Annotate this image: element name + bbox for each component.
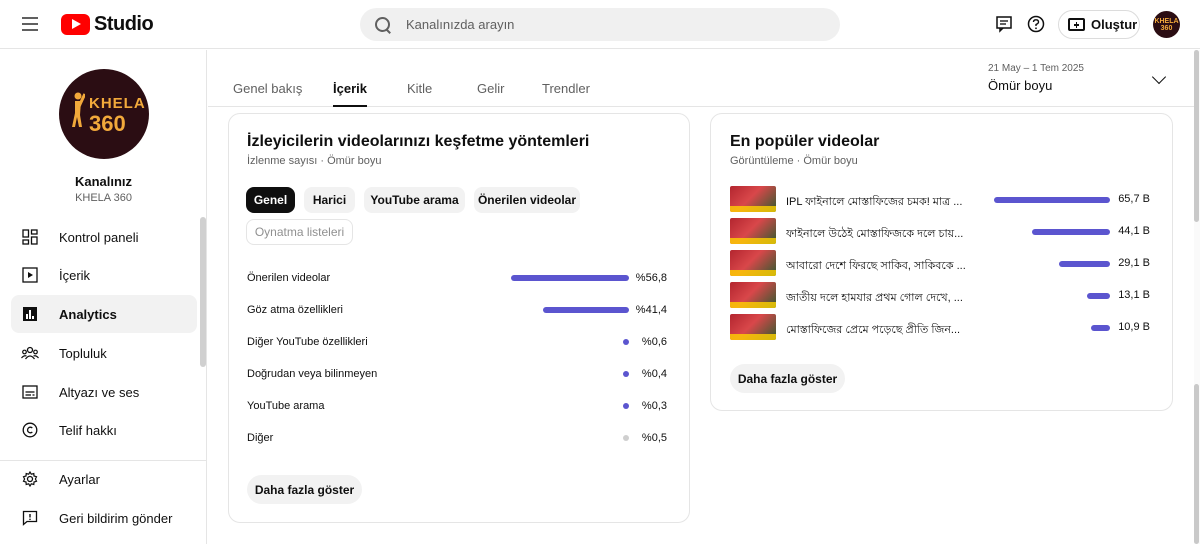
top-videos-title: En popüler videolar xyxy=(730,133,880,150)
tab-trends[interactable]: Trendler xyxy=(542,81,590,107)
studio-logo[interactable]: Studio xyxy=(61,12,154,36)
source-dot xyxy=(623,435,629,441)
views-bar xyxy=(1086,293,1110,299)
chip-youtube-search[interactable]: YouTube arama xyxy=(364,187,465,213)
create-button[interactable]: Oluştur xyxy=(1058,10,1140,39)
traffic-source-row: Önerilen videolar %56,8 xyxy=(247,272,667,284)
traffic-source-row: Diğer %0,5 xyxy=(247,432,667,444)
analytics-tabs: Genel bakış İçerik Kitle Gelir Trendler … xyxy=(208,50,1194,107)
create-label: Oluştur xyxy=(1091,17,1138,32)
sidebar-item-analytics[interactable]: Analytics xyxy=(11,295,197,333)
analytics-icon xyxy=(21,305,39,323)
tab-overview[interactable]: Genel bakış xyxy=(233,81,302,107)
top-videos-show-more-button[interactable]: Daha fazla göster xyxy=(730,364,845,393)
sidebar-item-feedback[interactable]: Geri bildirim gönder xyxy=(11,499,197,537)
traffic-source-row: Doğrudan veya bilinmeyen %0,4 xyxy=(247,368,667,380)
tab-content[interactable]: İçerik xyxy=(333,81,367,107)
traffic-source-row: Göz atma özellikleri %41,4 xyxy=(247,304,667,316)
video-thumbnail[interactable] xyxy=(730,218,776,244)
subtitles-icon xyxy=(21,383,39,401)
sidebar-item-community[interactable]: Topluluk xyxy=(11,334,197,372)
views-bar xyxy=(994,197,1110,203)
video-thumbnail[interactable] xyxy=(730,186,776,212)
feedback-icon xyxy=(21,509,39,527)
source-dot xyxy=(623,403,629,409)
top-videos-subtitle: Görüntüleme · Ömür boyu xyxy=(730,155,858,167)
source-dot xyxy=(623,339,629,345)
logo-text: Studio xyxy=(94,12,154,35)
sidebar-item-copyright[interactable]: Telif hakkı xyxy=(11,411,197,449)
views-bar xyxy=(1032,229,1110,235)
top-videos-card: En popüler videolar Görüntüleme · Ömür b… xyxy=(710,113,1173,411)
top-video-row[interactable]: IPL ফাইনালে মোস্তাফিজের চমক! মাত্র ... 6… xyxy=(730,186,1150,214)
sidebar-item-settings[interactable]: Ayarlar xyxy=(11,460,197,498)
top-video-row[interactable]: জাতীয় দলে হামযার প্রথম গোল দেখে, ... 13… xyxy=(730,282,1150,310)
sidebar-item-subtitles[interactable]: Altyazı ve ses xyxy=(11,373,197,411)
video-thumbnail[interactable] xyxy=(730,250,776,276)
sidebar: KHELA 360 Kanalınız KHELA 360 Kontrol pa… xyxy=(0,50,207,544)
channel-name: KHELA 360 xyxy=(75,192,132,204)
search-input[interactable] xyxy=(406,17,806,32)
chip-playlists: Oynatma listeleri xyxy=(246,219,353,245)
source-bar xyxy=(511,275,629,281)
video-thumbnail[interactable] xyxy=(730,314,776,340)
tab-audience[interactable]: Kitle xyxy=(407,81,432,107)
content-icon xyxy=(21,266,39,284)
traffic-card-title: İzleyicilerin videolarınızı keşfetme yön… xyxy=(247,133,590,150)
source-dot xyxy=(623,371,629,377)
settings-icon xyxy=(21,470,39,488)
help-icon[interactable] xyxy=(1026,14,1046,34)
youtube-logo-icon xyxy=(61,13,90,35)
date-range-text: 21 May – 1 Tem 2025 xyxy=(988,63,1084,74)
source-bar xyxy=(542,307,629,313)
views-bar xyxy=(1058,261,1110,267)
sidebar-scrollbar[interactable] xyxy=(200,217,206,367)
chip-external[interactable]: Harici xyxy=(304,187,355,213)
account-avatar[interactable]: KHELA 360 xyxy=(1153,11,1180,38)
sidebar-item-content[interactable]: İçerik xyxy=(11,256,197,294)
top-video-row[interactable]: মোস্তাফিজের প্রেমে পড়েছে প্রীতি জিন... … xyxy=(730,314,1150,342)
chevron-down-icon[interactable] xyxy=(1151,69,1167,85)
traffic-card-subtitle: İzlenme sayısı · Ömür boyu xyxy=(247,155,382,167)
traffic-sources-card: İzleyicilerin videolarınızı keşfetme yön… xyxy=(228,113,690,523)
search-icon[interactable] xyxy=(374,16,392,34)
menu-icon[interactable] xyxy=(16,12,44,36)
cricket-player-icon xyxy=(72,92,85,127)
video-thumbnail[interactable] xyxy=(730,282,776,308)
main-scrollbar[interactable] xyxy=(1194,50,1200,544)
top-bar: Studio Oluştur KHELA 360 xyxy=(0,0,1200,49)
traffic-source-row: YouTube arama %0,3 xyxy=(247,400,667,412)
search-bar[interactable] xyxy=(360,8,840,41)
date-range-selector[interactable]: 21 May – 1 Tem 2025 Ömür boyu xyxy=(988,63,1084,93)
chip-suggested-videos[interactable]: Önerilen videolar xyxy=(474,187,580,213)
traffic-show-more-button[interactable]: Daha fazla göster xyxy=(247,475,362,504)
community-icon xyxy=(21,344,39,362)
channel-avatar[interactable]: KHELA 360 xyxy=(59,69,149,159)
comments-icon[interactable] xyxy=(994,14,1014,34)
views-bar xyxy=(1090,325,1110,331)
channel-title: Kanalınız xyxy=(74,174,133,189)
dashboard-icon xyxy=(21,228,39,246)
create-icon xyxy=(1068,18,1085,31)
traffic-source-row: Diğer YouTube özellikleri %0,6 xyxy=(247,336,667,348)
copyright-icon xyxy=(21,421,39,439)
top-video-row[interactable]: আবারো দেশে ফিরছে সাকিব, সাকিবকে ... 29,1… xyxy=(730,250,1150,278)
tab-revenue[interactable]: Gelir xyxy=(477,81,504,107)
chip-general[interactable]: Genel xyxy=(246,187,295,213)
date-range-label: Ömür boyu xyxy=(988,78,1053,93)
top-video-row[interactable]: ফাইনালে উঠেই মোস্তাফিজকে দলে চায়... 44,… xyxy=(730,218,1150,246)
sidebar-item-dashboard[interactable]: Kontrol paneli xyxy=(11,218,197,256)
